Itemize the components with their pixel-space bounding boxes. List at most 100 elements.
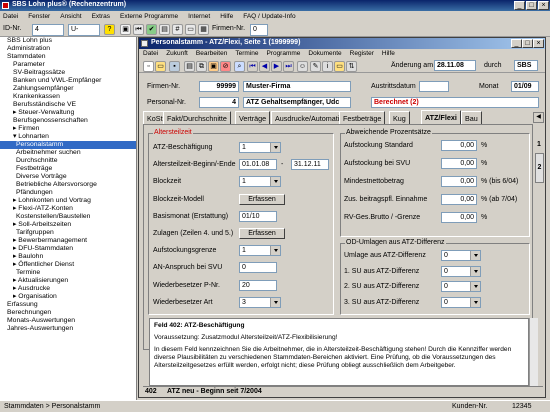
dropdown-arrow-icon[interactable] (274, 146, 278, 149)
tree-item[interactable]: Kostenstellen/Baustellen (0, 213, 136, 221)
inner-menu-item[interactable]: Zukunft (166, 50, 188, 57)
tree-item[interactable]: Diverse Vorträge (0, 173, 136, 181)
od-field[interactable]: 0 (441, 250, 481, 261)
altersteilzeit-row-field[interactable]: 1 (239, 142, 281, 153)
tree-item[interactable]: Berechnungen (0, 309, 136, 317)
ok-icon[interactable]: ✔ (146, 24, 157, 35)
menu-item[interactable]: Datei (3, 13, 18, 20)
dropdown-arrow-icon[interactable] (274, 180, 278, 184)
inner-maximize-button[interactable]: □ (522, 39, 533, 48)
austritt-field[interactable] (419, 81, 449, 92)
tree-item[interactable]: Berufsgenossenschaften (0, 117, 136, 125)
copy-icon[interactable]: ⧉ (196, 61, 207, 72)
menu-item[interactable]: Internet (188, 13, 210, 20)
page-number-1[interactable]: 1 (537, 141, 541, 148)
menu-item[interactable]: Hilfe (220, 13, 233, 20)
dropdown-arrow-icon[interactable] (274, 300, 278, 304)
firmen-input[interactable]: 0 (250, 24, 268, 36)
tab-6[interactable]: ATZ/Flexi (421, 110, 461, 124)
altersteilzeit-row-field[interactable]: 0 (239, 262, 277, 274)
dropdown-arrow-icon[interactable] (474, 300, 478, 304)
erfassen-button[interactable]: Erfassen (239, 228, 285, 239)
inner-menu-item[interactable]: Termine (235, 50, 258, 57)
inner-menu-item[interactable]: Datei (143, 50, 158, 57)
altersteilzeit-row-field[interactable]: 3 (239, 296, 281, 308)
prozent-field[interactable]: 0,00 (441, 140, 477, 151)
inner-menu-item[interactable]: Hilfe (382, 50, 395, 57)
new-icon[interactable]: ▫ (143, 61, 154, 72)
tree-item[interactable]: Zahlungsempfänger (0, 85, 136, 93)
prev-icon[interactable]: ◀ (259, 61, 270, 72)
tree-item[interactable]: ▸ Steuer-Verwaltung (0, 109, 136, 117)
tree-item[interactable]: Krankenkassen (0, 93, 136, 101)
beginn-field[interactable]: 01.01.08 (239, 159, 277, 171)
tree-item[interactable]: ▸ Organisation (0, 293, 136, 301)
tab-7[interactable]: Bau (461, 111, 482, 124)
first-icon[interactable]: ⏮ (247, 61, 258, 72)
inner-close-button[interactable]: × (533, 39, 544, 48)
minimize-button[interactable]: _ (514, 1, 525, 10)
help-icon[interactable]: ? (104, 24, 115, 35)
inner-menu-item[interactable]: Programme (266, 50, 300, 57)
tree-item[interactable]: Festbeträge (0, 165, 136, 173)
info-icon[interactable]: i (322, 61, 333, 72)
next-icon[interactable]: ▶ (271, 61, 282, 72)
tab-2[interactable]: Verträge (235, 111, 271, 124)
menu-item[interactable]: Externe Programme (120, 13, 178, 20)
tree-item[interactable]: Parameter (0, 61, 136, 69)
tree-item[interactable]: Monats-Auswertungen (0, 317, 136, 325)
personal-nr-field[interactable]: 4 (199, 97, 239, 108)
tree-item[interactable]: Stammdaten (0, 53, 136, 61)
print-icon[interactable]: ▤ (159, 24, 170, 35)
tree-item[interactable]: ▸ Bewerbermanagement (0, 237, 136, 245)
firmen-nr-field[interactable]: 99999 (199, 81, 239, 92)
dropdown-arrow-icon[interactable] (474, 269, 478, 273)
tree-item[interactable]: Berufsständische VE (0, 101, 136, 109)
prozent-field[interactable]: 0,00 (441, 194, 477, 205)
tree-item[interactable]: ▸ Baulohn (0, 253, 136, 261)
ende-field[interactable]: 31.12.11 (291, 159, 329, 171)
menu-item[interactable]: Extras (92, 13, 110, 20)
tree-item[interactable]: Banken und VWL-Empfänger (0, 77, 136, 85)
tab-3[interactable]: Ausdrucke/Automatik (271, 111, 347, 124)
delete-icon[interactable]: ⊘ (220, 61, 231, 72)
menu-item[interactable]: Ansicht (60, 13, 81, 20)
maximize-button[interactable]: □ (526, 1, 537, 10)
od-field[interactable]: 0 (441, 265, 481, 277)
tree-item[interactable]: Jahres-Auswertungen (0, 325, 136, 333)
tree-item[interactable]: ▸ Öffentlicher Dienst (0, 261, 136, 269)
inner-menu-item[interactable]: Dokumente (308, 50, 341, 57)
user-icon[interactable]: ☺ (297, 61, 308, 72)
last-icon[interactable]: ⏭ (283, 61, 294, 72)
tree-item[interactable]: Personalstamm (0, 141, 136, 149)
altersteilzeit-row-field[interactable]: 1 (239, 176, 281, 188)
user-input[interactable]: U- (68, 24, 100, 36)
tree-item[interactable]: ▸ Ausdrucke (0, 285, 136, 293)
tree-item[interactable]: ▾ Lohnarten (0, 133, 136, 141)
inner-minimize-button[interactable]: _ (511, 39, 522, 48)
altersteilzeit-row-field[interactable]: 01/10 (239, 210, 277, 222)
inner-menu-item[interactable]: Bearbeiten (196, 50, 227, 57)
open-icon[interactable]: ▭ (155, 61, 166, 72)
tree-item[interactable]: ▸ Soll-Arbeitszeiten (0, 221, 136, 229)
notes-icon[interactable]: ✎ (310, 61, 321, 72)
dropdown-arrow-icon[interactable] (474, 254, 478, 257)
tree-item[interactable]: Termine (0, 269, 136, 277)
tab-1[interactable]: Fakt/Durchschnitte (163, 111, 231, 124)
help-scrollbar[interactable] (529, 318, 538, 386)
dropdown-arrow-icon[interactable] (474, 285, 478, 288)
tree-item[interactable]: Betriebliche Altersvorsorge (0, 181, 136, 189)
altersteilzeit-row-field[interactable]: 20 (239, 279, 277, 291)
folder-icon[interactable]: ▭ (334, 61, 345, 72)
tab-4[interactable]: Festbeträge (339, 111, 386, 124)
print-icon[interactable]: ▤ (184, 61, 195, 72)
first-record-icon[interactable]: ⏮ (133, 24, 144, 35)
tree-item[interactable]: Durchschnitte (0, 157, 136, 165)
tree-item[interactable]: Tarifgruppen (0, 229, 136, 237)
folder-icon[interactable]: ▭ (185, 24, 196, 35)
od-field[interactable]: 0 (441, 296, 481, 308)
id-input[interactable]: 4 (32, 24, 64, 36)
tree-item[interactable]: SBS Lohn plus (0, 37, 136, 45)
search-icon[interactable]: ⌕ (234, 61, 245, 72)
tree-item[interactable]: ▸ Lohnkonten und Vortrag (0, 197, 136, 205)
